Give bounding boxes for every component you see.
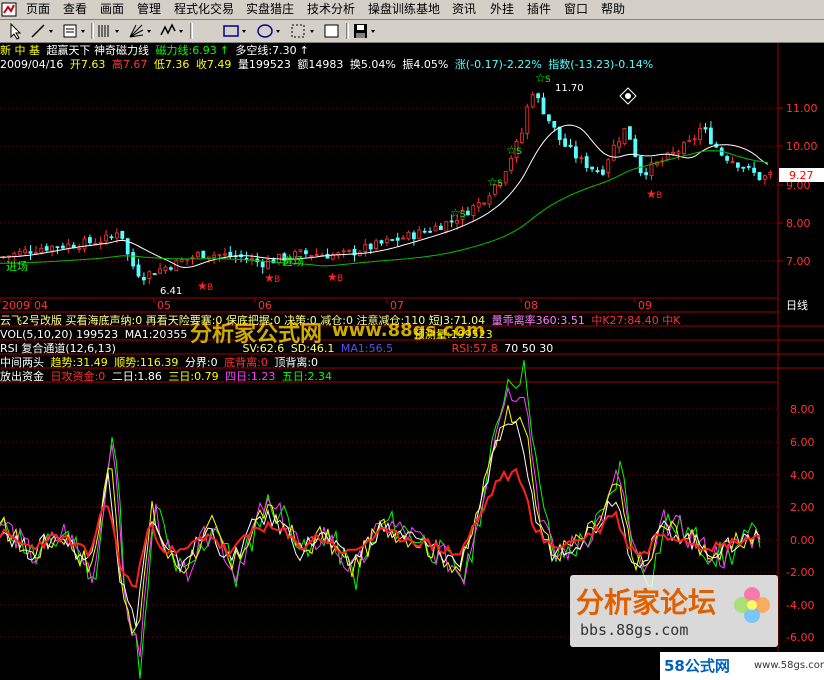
price-tick-8: 8.00 [786, 217, 811, 230]
period-label: 日线 [786, 298, 808, 312]
flower-logo-icon [734, 587, 770, 623]
diamond-icon [619, 87, 637, 105]
menu-plugins-ext[interactable]: 外挂 [490, 0, 514, 19]
lower-tick-m4: -4.00 [786, 599, 814, 612]
forum-name: 分析家论坛 [576, 586, 717, 619]
wave-icon[interactable] [158, 21, 188, 41]
menu-live-hunt[interactable]: 实盘猎庄 [246, 0, 294, 19]
site-url: www.58gs.com [754, 660, 824, 671]
menu-program-trade[interactable]: 程式化交易 [174, 0, 234, 19]
menu-tech-analysis[interactable]: 技术分析 [307, 0, 355, 19]
lower-tick-0: 0.00 [790, 534, 815, 547]
watermark-site-url: www.88gs.com [332, 320, 485, 341]
drawing-toolbar [0, 20, 824, 43]
current-price-label: 9.27 [789, 169, 814, 182]
lower-tick-8: 8.00 [790, 403, 815, 416]
date-07: 07 [390, 299, 404, 312]
menu-bar: 页面 查看 画面 管理 程式化交易 实盘猎庄 技术分析 操盘训练基地 资讯 外挂… [0, 0, 824, 20]
menu-screen[interactable]: 画面 [100, 0, 124, 19]
lower-tick-m6: -6.00 [786, 631, 814, 644]
menu-help[interactable]: 帮助 [601, 0, 625, 19]
buy-signal-label: B [207, 283, 213, 293]
indicator-icon[interactable] [60, 21, 90, 41]
menu-manage[interactable]: 管理 [137, 0, 161, 19]
rectangle-icon[interactable] [220, 21, 252, 41]
watermark-site-name: 分析家公式网 [190, 322, 323, 347]
sell-signal-label: S [545, 75, 551, 85]
lower-tick-4: 4.00 [790, 469, 815, 482]
menu-page[interactable]: 页面 [26, 0, 50, 19]
low-price-label: 6.41 [160, 286, 182, 297]
date-09: 09 [638, 299, 652, 312]
forum-url: bbs.88gs.com [580, 621, 689, 639]
entry-signal-label: 进场 [6, 259, 28, 273]
sell-signal-label: S [516, 147, 522, 157]
menu-addons[interactable]: 插件 [527, 0, 551, 19]
date-06: 06 [258, 299, 272, 312]
ellipse-icon[interactable] [254, 21, 286, 41]
lower-tick-2: 2.00 [790, 501, 815, 514]
line-tool-icon[interactable] [28, 21, 58, 41]
date-2009: 2009 [2, 299, 30, 312]
menu-window[interactable]: 窗口 [564, 0, 588, 19]
entry-signal-label: 进场 [282, 254, 304, 268]
site-name: 58公式网 [664, 657, 730, 675]
sell-signal-label: S [460, 210, 466, 220]
price-tick-11: 11.00 [786, 102, 818, 115]
forum-watermark: 分析家论坛 bbs.88gs.com [570, 575, 778, 647]
sell-signal-label: S [497, 179, 503, 189]
floppy-save-icon[interactable] [350, 21, 380, 41]
price-tick-7: 7.00 [786, 255, 811, 268]
menu-view[interactable]: 查看 [63, 0, 87, 19]
lower-tick-m2: -2.00 [786, 566, 814, 579]
menu-info[interactable]: 资讯 [452, 0, 476, 19]
date-axis: 2009 04 05 06 07 08 09 日线 [0, 298, 808, 312]
lower-tick-6: 6.00 [790, 436, 815, 449]
dotted-square-icon[interactable] [288, 21, 320, 41]
buy-signal-label: B [337, 274, 343, 284]
date-08: 08 [524, 299, 538, 312]
frame-tool-icon[interactable] [320, 21, 344, 41]
high-price-label: 11.70 [555, 83, 584, 94]
cursor-icon[interactable] [4, 21, 26, 41]
buy-signal-label: B [274, 275, 280, 285]
date-05: 05 [157, 299, 171, 312]
signals: ★ B★ B ★ B★ B☆ S☆ S☆ S☆ S进场 进场 [6, 71, 662, 293]
fan-tool-icon[interactable] [126, 21, 156, 41]
bars-icon[interactable] [94, 21, 124, 41]
date-04: 04 [34, 299, 48, 312]
app-logo-icon [1, 2, 17, 17]
buy-signal-label: B [656, 191, 662, 201]
price-tick-10: 10.00 [786, 140, 818, 153]
site-watermark: 58公式网 www.58gs.com [660, 652, 824, 680]
menu-training-base[interactable]: 操盘训练基地 [368, 0, 440, 19]
